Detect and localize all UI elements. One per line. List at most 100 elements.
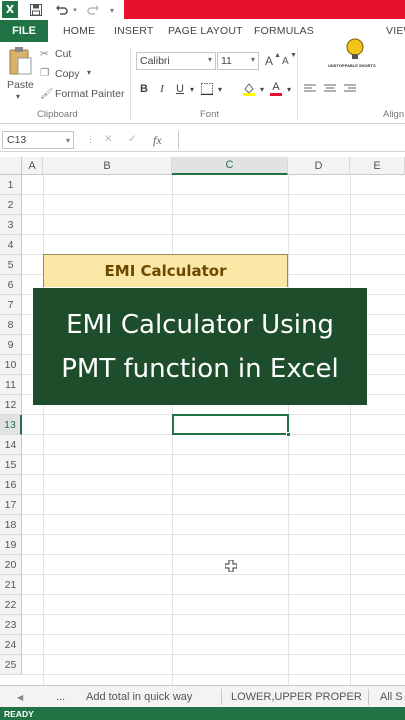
- row-header[interactable]: 3: [0, 215, 22, 235]
- paste-dropdown-icon[interactable]: ▾: [16, 92, 20, 101]
- font-color-swatch: [270, 93, 282, 96]
- row-header[interactable]: 19: [0, 535, 22, 555]
- row-header[interactable]: 22: [0, 595, 22, 615]
- grid-column-line: [43, 175, 44, 685]
- sheet-tab-add-total[interactable]: Add total in quick way: [86, 688, 192, 706]
- grid-row-line: [22, 614, 405, 615]
- row-header[interactable]: 21: [0, 575, 22, 595]
- tab-page-layout[interactable]: PAGE LAYOUT: [168, 20, 243, 42]
- fill-color-dropdown-icon[interactable]: ▾: [258, 80, 266, 98]
- chevron-down-icon: ▾: [65, 135, 70, 145]
- more-sheets-button[interactable]: ...: [56, 688, 65, 706]
- cancel-button[interactable]: ✕: [104, 133, 113, 145]
- tab-formulas[interactable]: FORMULAS: [254, 20, 314, 42]
- italic-button[interactable]: I: [156, 80, 168, 98]
- row-header[interactable]: 23: [0, 615, 22, 635]
- font-color-dropdown-icon[interactable]: ▾: [285, 80, 293, 98]
- paste-label[interactable]: Paste: [7, 79, 34, 91]
- column-header-c[interactable]: C: [172, 157, 288, 175]
- format-painter-button[interactable]: Format Painter: [55, 88, 124, 100]
- row-header[interactable]: 8: [0, 315, 22, 335]
- underline-dropdown-icon[interactable]: ▾: [188, 80, 196, 98]
- font-color-button[interactable]: A: [268, 80, 284, 98]
- tab-insert[interactable]: INSERT: [114, 20, 154, 42]
- bold-button[interactable]: B: [138, 80, 150, 98]
- fill-color-icon[interactable]: [240, 80, 258, 98]
- overlay-line-1: EMI Calculator Using: [66, 309, 334, 340]
- row-header[interactable]: 5: [0, 255, 22, 275]
- grow-font-button[interactable]: A: [265, 54, 273, 68]
- row-header[interactable]: 10: [0, 355, 22, 375]
- row-header[interactable]: 11: [0, 375, 22, 395]
- insert-function-button[interactable]: fx: [153, 133, 162, 148]
- redo-icon[interactable]: [84, 2, 102, 18]
- row-header[interactable]: 6: [0, 275, 22, 295]
- sheet-tab-lower-upper-proper[interactable]: LOWER,UPPER PROPER: [231, 688, 362, 706]
- title-overlay: EMI Calculator Using PMT function in Exc…: [33, 288, 367, 405]
- row-header[interactable]: 14: [0, 435, 22, 455]
- chevron-down-icon: ▾: [250, 55, 255, 64]
- font-name-select[interactable]: Calibri ▾: [136, 52, 216, 70]
- title-bar: X ▾ ▾: [0, 0, 405, 20]
- customize-toolbar-icon[interactable]: ▾: [106, 2, 118, 18]
- enter-button[interactable]: ✓: [128, 133, 137, 145]
- paste-icon[interactable]: [7, 46, 33, 76]
- row-header[interactable]: 17: [0, 495, 22, 515]
- lightbulb-logo-icon: [342, 36, 368, 62]
- row-header[interactable]: 16: [0, 475, 22, 495]
- alignment-group-label: Align: [383, 109, 405, 120]
- row-header[interactable]: 24: [0, 635, 22, 655]
- tab-view[interactable]: VIEW: [386, 20, 405, 42]
- column-header-b[interactable]: B: [43, 157, 172, 175]
- cut-button[interactable]: Cut: [55, 48, 71, 60]
- row-header[interactable]: 20: [0, 555, 22, 575]
- align-right-icon[interactable]: [342, 80, 358, 98]
- formula-input[interactable]: [178, 131, 405, 149]
- emi-calculator-cell[interactable]: EMI Calculator: [43, 254, 288, 287]
- grid-row-line: [22, 494, 405, 495]
- grid-row-line: [22, 454, 405, 455]
- align-center-icon[interactable]: [322, 80, 338, 98]
- font-size-value: 11: [221, 55, 232, 67]
- overlay-line-2: PMT function in Excel: [61, 353, 339, 384]
- row-header[interactable]: 25: [0, 655, 22, 675]
- row-header[interactable]: 13: [0, 415, 22, 435]
- select-all-corner[interactable]: [0, 157, 22, 175]
- logo-text: UNSTOPPABLE SHORTS: [328, 63, 376, 68]
- row-header[interactable]: 4: [0, 235, 22, 255]
- chevron-down-icon: ▾: [207, 55, 212, 64]
- row-header[interactable]: 7: [0, 295, 22, 315]
- borders-dropdown-icon[interactable]: ▾: [216, 80, 224, 98]
- scroll-tabs-left-icon[interactable]: ◀: [17, 688, 23, 706]
- row-header[interactable]: 2: [0, 195, 22, 215]
- column-header-d[interactable]: D: [288, 157, 350, 175]
- undo-icon[interactable]: [52, 2, 70, 18]
- column-header-e[interactable]: E: [350, 157, 405, 175]
- row-header[interactable]: 18: [0, 515, 22, 535]
- row-header[interactable]: 12: [0, 395, 22, 415]
- underline-button[interactable]: U: [174, 80, 186, 98]
- row-header[interactable]: 15: [0, 455, 22, 475]
- font-group-label: Font: [200, 109, 220, 120]
- grid-row-line: [22, 514, 405, 515]
- active-cell-c13[interactable]: [172, 414, 291, 437]
- tab-file[interactable]: FILE: [0, 20, 48, 42]
- grid-row-line: [22, 234, 405, 235]
- grid-row-line: [22, 214, 405, 215]
- row-header[interactable]: 1: [0, 175, 22, 195]
- column-header-a[interactable]: A: [22, 157, 43, 175]
- borders-icon[interactable]: [199, 80, 215, 98]
- tab-home[interactable]: HOME: [63, 20, 95, 42]
- fill-handle[interactable]: [286, 432, 291, 437]
- copy-button[interactable]: Copy: [55, 68, 80, 80]
- name-box[interactable]: C13 ▾: [2, 131, 74, 149]
- save-icon[interactable]: [27, 2, 45, 18]
- align-left-icon[interactable]: [302, 80, 318, 98]
- title-bar-red-strip: [124, 0, 405, 19]
- sheet-tab-all[interactable]: All S: [380, 688, 403, 706]
- copy-dropdown-icon[interactable]: ▾: [87, 68, 91, 77]
- shrink-font-button[interactable]: A: [282, 56, 289, 67]
- undo-dropdown-icon[interactable]: ▾: [70, 2, 80, 18]
- font-size-select[interactable]: 11 ▾: [217, 52, 259, 70]
- row-header[interactable]: 9: [0, 335, 22, 355]
